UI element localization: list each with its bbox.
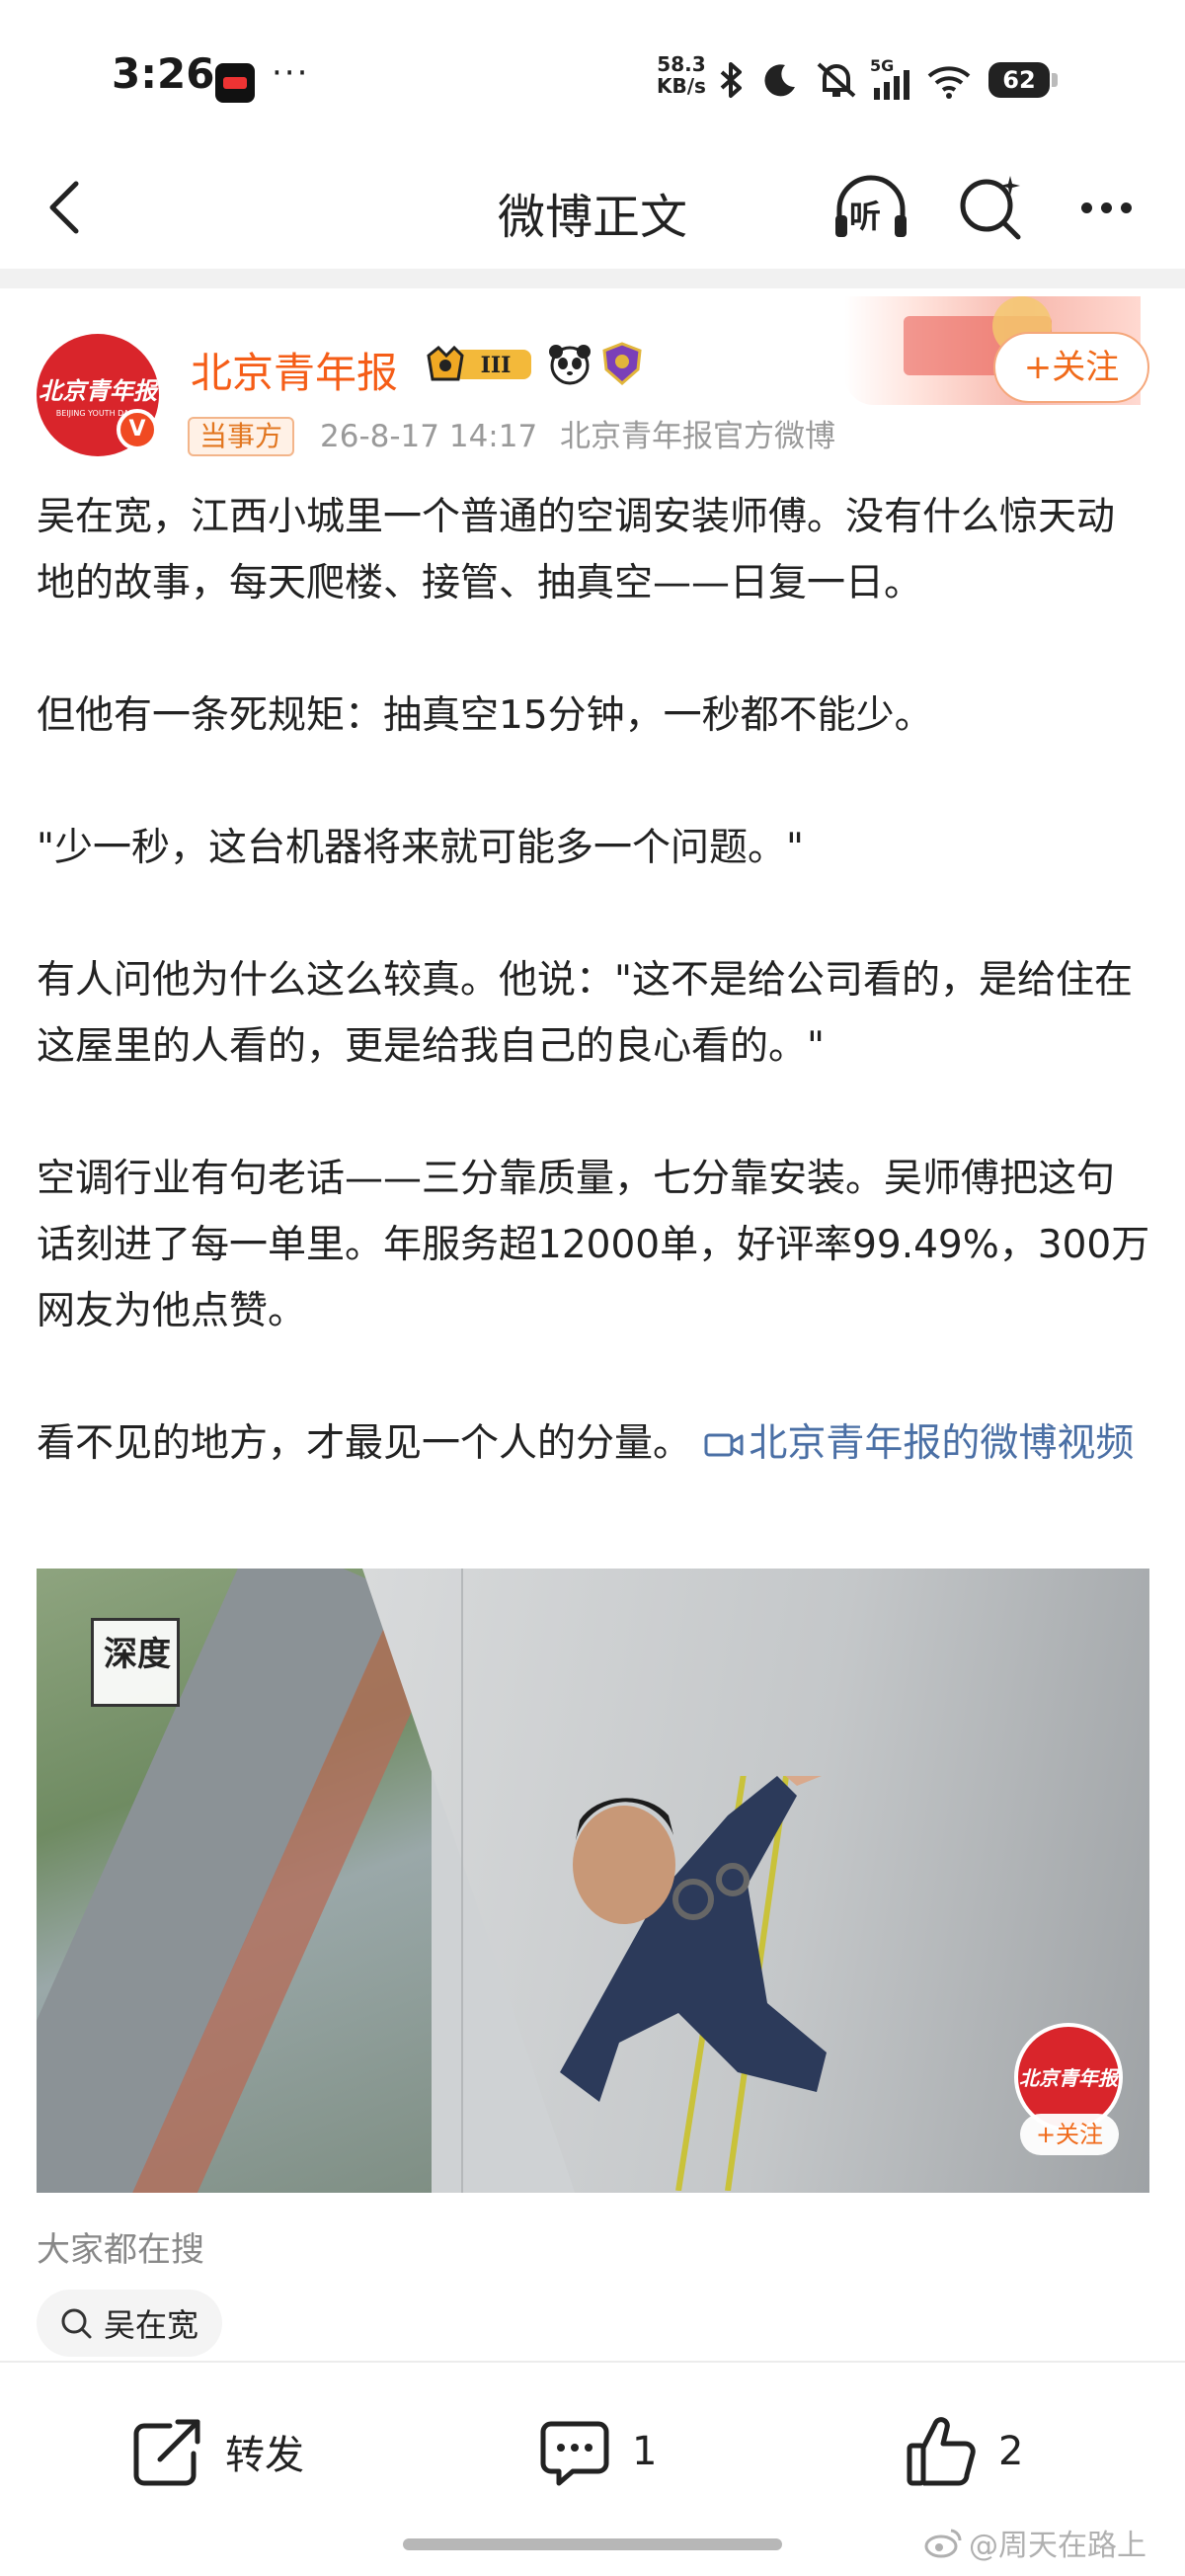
notification-app-icon (215, 63, 255, 103)
shield-badge-icon (602, 342, 642, 385)
post-last-paragraph: 看不见的地方，才最见一个人的分量。 北京青年报的微博视频 (37, 1410, 1152, 1477)
video-wall-seam (461, 1569, 463, 2193)
moon-icon (764, 64, 795, 97)
signal-icon: 5G (870, 56, 909, 100)
status-time: 3:26 (112, 49, 215, 98)
network-speed: 58.3 KB/s (657, 53, 706, 97)
more-icon-dot (1100, 201, 1112, 213)
video-link-text: 北京青年报的微博视频 (749, 1421, 1135, 1466)
wifi-icon (927, 66, 971, 99)
listen-button[interactable]: 听 (830, 170, 912, 245)
network-speed-value: 58.3 (657, 52, 706, 76)
comment-button[interactable]: 1 (537, 2412, 657, 2491)
weibo-watermark-text: @周天在路上 (969, 2529, 1146, 2563)
weibo-watermark: @周天在路上 (923, 2521, 1146, 2564)
video-camera-icon (704, 1433, 744, 1457)
video-player[interactable]: 深度 北京青年报 +关注 (37, 1569, 1149, 2193)
more-options-button[interactable] (1071, 170, 1141, 245)
author-name[interactable]: 北京青年报 (191, 340, 398, 400)
verified-badge-icon: V (117, 409, 158, 450)
search-button[interactable] (953, 170, 1028, 245)
post-paragraph-text: 看不见的地方，才最见一个人的分量。 (37, 1421, 692, 1466)
vip-level-text: III (481, 353, 512, 378)
video-watermark-text: 深度 (104, 1635, 171, 1674)
comment-count: 1 (632, 2429, 658, 2474)
weibo-logo-icon (924, 2529, 962, 2558)
repost-label: 转发 (225, 2433, 304, 2478)
post-time: 26-8-17 14:17 (320, 419, 538, 454)
more-notifications-indicator: ··· (272, 53, 310, 93)
search-icon (61, 2308, 92, 2339)
nav-bar: 微博正文 听 (0, 148, 1185, 267)
post-paragraph: "少一秒，这台机器将来就可能多一个问题。" (37, 826, 804, 870)
vip-level-badge-icon: III (427, 345, 531, 381)
bottom-action-bar: 转发 1 2 (0, 2361, 1185, 2538)
follow-button[interactable]: +关注 (993, 332, 1149, 403)
post-paragraph: 空调行业有句老话——三分靠质量，七分靠安装。吴师傅把这句话刻进了每一单里。年服务… (37, 1157, 1150, 1333)
more-icon-dot (1120, 201, 1132, 213)
bluetooth-icon (720, 62, 742, 98)
repost-icon (133, 2419, 200, 2486)
post-paragraph: 但他有一条死规矩：抽真空15分钟，一秒都不能少。 (37, 693, 933, 738)
battery-indicator: 62 (988, 62, 1058, 98)
comment-icon (540, 2421, 609, 2486)
post-body: 吴在宽，江西小城里一个普通的空调安装师傅。没有什么惊天动地的故事，每天爬楼、接管… (37, 484, 1152, 1477)
more-icon-dot (1080, 201, 1092, 213)
trending-chip[interactable]: 吴在宽 (37, 2290, 223, 2357)
party-tag: 当事方 (188, 417, 295, 456)
panda-badge-icon (549, 345, 591, 385)
video-follow-button[interactable]: +关注 (1020, 2114, 1119, 2155)
home-indicator[interactable] (403, 2538, 782, 2550)
network-speed-unit: KB/s (657, 74, 706, 98)
search-icon (960, 176, 1021, 240)
mute-icon (817, 62, 856, 98)
thumbs-up-icon (907, 2417, 976, 2486)
status-icons: 5G 62 (716, 56, 1058, 103)
post-paragraph: 有人问他为什么这么较真。他说："这不是给公司看的，是给住在这屋里的人看的，更是给… (37, 958, 1133, 1069)
video-logo-text: 北京青年报 (1019, 2066, 1118, 2090)
listen-label: 听 (849, 198, 882, 235)
status-bar: 3:26 ··· 58.3 KB/s 5G 62 (0, 0, 1185, 148)
network-type: 5G (870, 56, 895, 75)
section-divider (0, 269, 1185, 288)
like-button[interactable]: 2 (904, 2412, 1023, 2491)
video-link[interactable]: 北京青年报的微博视频 (703, 1421, 1134, 1466)
video-worker-figure (560, 1776, 827, 2191)
post-paragraph: 吴在宽，江西小城里一个普通的空调安装师傅。没有什么惊天动地的故事，每天爬楼、接管… (37, 495, 1116, 605)
trending-label: 大家都在搜 (37, 2230, 204, 2270)
like-count: 2 (998, 2429, 1024, 2474)
post-source: 北京青年报官方微博 (560, 419, 835, 454)
avatar-logo-text: 北京青年报 (39, 376, 157, 405)
trending-chip-label: 吴在宽 (104, 2306, 199, 2344)
video-channel-watermark: 深度 (91, 1618, 180, 1707)
repost-button[interactable]: 转发 (130, 2412, 304, 2491)
